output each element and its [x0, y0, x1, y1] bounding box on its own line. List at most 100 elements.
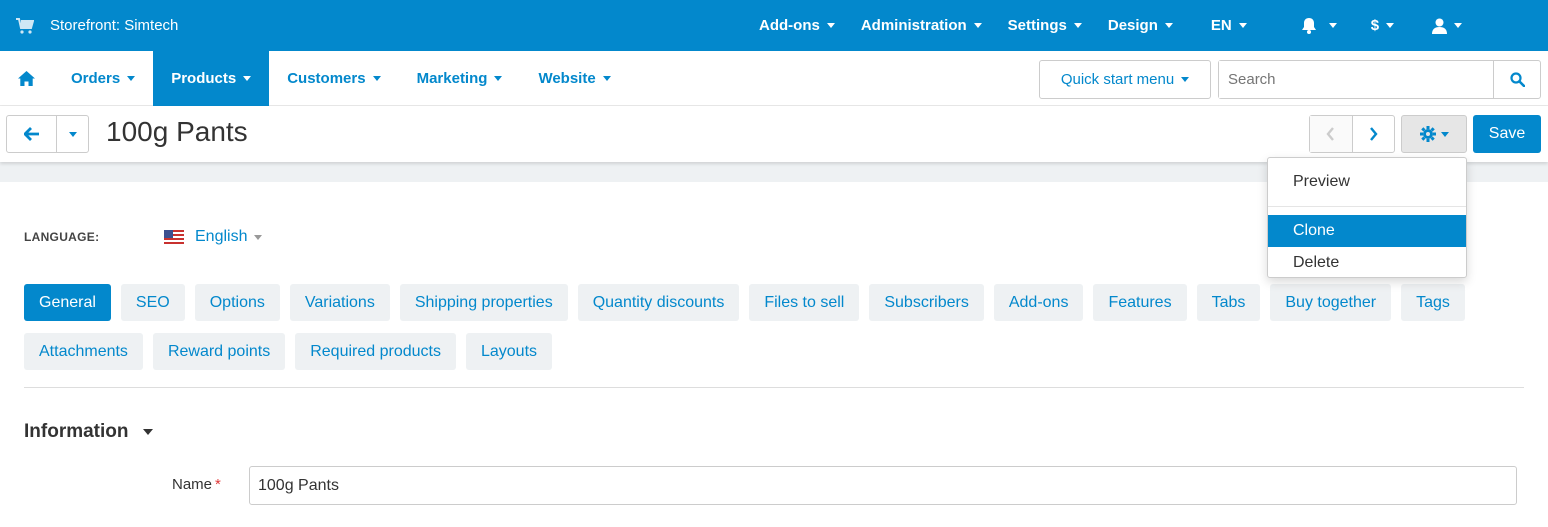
tab-features[interactable]: Features	[1093, 284, 1187, 321]
nav-label: Orders	[71, 70, 121, 87]
save-button[interactable]: Save	[1473, 115, 1541, 153]
quick-start-menu-button[interactable]: Quick start menu	[1039, 60, 1211, 99]
notifications-button[interactable]	[1259, 0, 1349, 51]
tab-tabs[interactable]: Tabs	[1196, 284, 1261, 321]
tab-reward-points[interactable]: Reward points	[152, 333, 286, 370]
top-nav-language[interactable]: EN	[1185, 0, 1259, 51]
tab-quantity-discounts[interactable]: Quantity discounts	[577, 284, 740, 321]
tab-variations[interactable]: Variations	[289, 284, 390, 321]
secondary-nav-bar: Orders Products Customers Marketing Webs…	[0, 51, 1548, 106]
next-product-button[interactable]	[1353, 116, 1395, 152]
tab-shipping-properties[interactable]: Shipping properties	[399, 284, 568, 321]
top-nav-design[interactable]: Design	[1094, 0, 1185, 51]
tab-layouts[interactable]: Layouts	[465, 333, 553, 370]
top-nav-label: Administration	[860, 17, 967, 34]
search-box	[1218, 60, 1541, 99]
nav-orders[interactable]: Orders	[53, 51, 153, 106]
language-dropdown[interactable]: English	[195, 228, 263, 246]
gear-icon	[1419, 126, 1436, 142]
home-icon	[18, 71, 35, 86]
caret-down-icon	[1181, 77, 1190, 82]
language-value: English	[195, 228, 248, 245]
menu-item-clone[interactable]: Clone	[1268, 215, 1466, 247]
back-button-group	[6, 115, 89, 153]
caret-down-icon	[254, 234, 263, 240]
tab-add-ons[interactable]: Add-ons	[993, 284, 1084, 321]
search-button[interactable]	[1493, 61, 1540, 98]
section-heading: Information	[24, 421, 129, 442]
storefront-link[interactable]: Storefront: Simtech	[16, 0, 178, 51]
nav-label: Website	[538, 70, 596, 87]
caret-down-icon	[1073, 23, 1082, 28]
caret-down-icon	[494, 76, 503, 81]
top-nav: Add-ons Administration Settings Design E…	[747, 0, 1474, 51]
tab-buy-together[interactable]: Buy together	[1270, 284, 1392, 321]
top-nav-addons[interactable]: Add-ons	[747, 0, 847, 51]
back-history-dropdown[interactable]	[57, 116, 88, 152]
top-nav-label: Design	[1107, 17, 1158, 34]
tab-seo[interactable]: SEO	[120, 284, 185, 321]
menu-item-delete[interactable]: Delete	[1268, 247, 1466, 279]
caret-down-icon	[1386, 23, 1395, 28]
tabs-row-1: General SEO Options Variations Shipping prop…	[24, 284, 1524, 321]
menu-divider	[1268, 206, 1466, 207]
top-nav-administration[interactable]: Administration	[847, 0, 994, 51]
product-tabs: General SEO Options Variations Shipping prop…	[24, 284, 1524, 382]
caret-down-icon	[1164, 23, 1173, 28]
top-nav-label: EN	[1210, 17, 1232, 34]
page-title: 100g Pants	[106, 116, 248, 147]
caret-down-icon	[372, 76, 381, 81]
storefront-name: Storefront: Simtech	[50, 17, 179, 34]
tab-attachments[interactable]: Attachments	[24, 333, 143, 370]
tab-subscribers[interactable]: Subscribers	[869, 284, 984, 321]
settings-gear-button[interactable]	[1401, 115, 1467, 153]
tab-general[interactable]: General	[24, 284, 111, 321]
user-menu-button[interactable]	[1406, 0, 1474, 51]
caret-down-icon	[68, 131, 77, 137]
name-label-text: Name	[172, 476, 213, 493]
user-icon	[1432, 18, 1448, 34]
menu-item-preview[interactable]: Preview	[1268, 166, 1466, 198]
prev-next-group	[1309, 115, 1395, 153]
caret-down-icon	[1328, 23, 1337, 28]
top-nav-settings[interactable]: Settings	[994, 0, 1094, 51]
caret-down-icon	[826, 23, 835, 28]
top-bar: Storefront: Simtech Add-ons Administrati…	[0, 0, 1548, 51]
name-input[interactable]: 100g Pants	[249, 466, 1517, 505]
tab-required-products[interactable]: Required products	[295, 333, 456, 370]
chevron-right-icon	[1369, 127, 1378, 141]
currency-button[interactable]: $	[1349, 0, 1406, 51]
caret-down-icon	[1238, 23, 1247, 28]
us-flag-icon	[164, 230, 184, 244]
caret-down-icon	[1440, 131, 1449, 137]
search-icon	[1509, 72, 1525, 87]
caret-down-icon	[973, 23, 982, 28]
nav-label: Marketing	[416, 70, 488, 87]
tab-files-to-sell[interactable]: Files to sell	[749, 284, 860, 321]
information-section-toggle[interactable]: Information	[24, 421, 153, 443]
top-nav-label: Settings	[1007, 17, 1067, 34]
nav-website[interactable]: Website	[520, 51, 628, 106]
arrow-left-icon	[23, 127, 39, 141]
caret-down-icon	[127, 76, 136, 81]
home-button[interactable]	[0, 51, 53, 106]
previous-product-button[interactable]	[1310, 116, 1353, 152]
quick-start-label: Quick start menu	[1060, 71, 1175, 88]
top-nav-label: Add-ons	[759, 17, 820, 34]
nav-marketing[interactable]: Marketing	[399, 51, 521, 106]
cart-icon	[16, 17, 34, 34]
section-divider	[24, 387, 1524, 388]
nav-label: Products	[171, 70, 237, 87]
caret-down-icon	[602, 76, 611, 81]
tab-options[interactable]: Options	[194, 284, 280, 321]
nav-customers[interactable]: Customers	[269, 51, 398, 106]
search-input[interactable]	[1219, 61, 1493, 98]
tab-tags[interactable]: Tags	[1401, 284, 1465, 321]
back-button[interactable]	[7, 116, 57, 152]
nav-products[interactable]: Products	[153, 51, 270, 106]
language-label: LANGUAGE:	[24, 230, 100, 244]
gear-dropdown-menu: Preview Clone Delete	[1267, 157, 1467, 278]
caret-down-icon	[1454, 23, 1463, 28]
required-marker: *	[215, 476, 221, 493]
secondary-nav: Orders Products Customers Marketing Webs…	[0, 51, 629, 106]
